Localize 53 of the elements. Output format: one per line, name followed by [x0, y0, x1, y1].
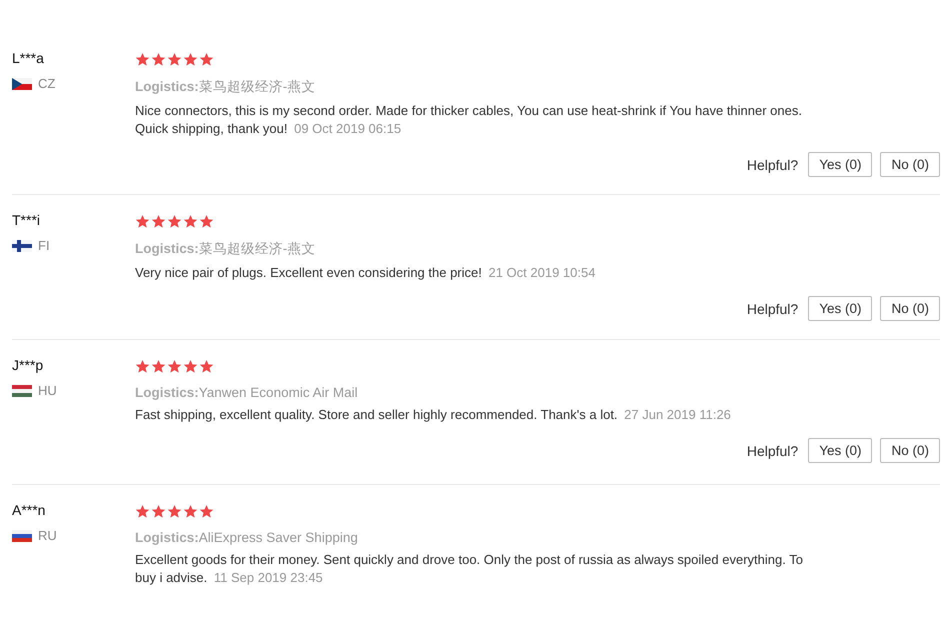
country-code: RU: [38, 528, 57, 543]
logistics-label: Logistics:: [135, 385, 199, 400]
star-icon: [151, 52, 166, 67]
review-text: Nice connectors, this is my second order. Made for thicker cables, You can use heat-shrink if You have thinner ones. Quick shipping, thank you! 09 Oct 2019 06:15: [135, 102, 803, 138]
helpful-label: Helpful?: [746, 300, 798, 316]
star-icon: [167, 504, 182, 519]
review-text: Fast shipping, excellent quality. Store and seller highly recommended. Thank's a lot. 27 Jun 2019 11:26: [135, 406, 732, 424]
yes-button[interactable]: Yes (0): [808, 296, 872, 321]
country-code: FI: [38, 238, 50, 253]
reviewer-name: A***n: [12, 502, 46, 518]
star-icon: [151, 504, 166, 519]
reviewer-name: J***p: [12, 357, 44, 373]
logistics-label: Logistics:: [135, 530, 199, 545]
reviewer-name: L***a: [12, 50, 45, 66]
star-icon: [135, 504, 150, 519]
star-icon: [167, 359, 182, 374]
review-text: Very nice pair of plugs. Excellent even considering the price! 21 Oct 2019 10:54: [135, 264, 596, 282]
reviewer-name: T***i: [12, 212, 42, 228]
yes-button[interactable]: Yes (0): [808, 438, 872, 463]
star-icon: [151, 214, 166, 229]
star-icon: [183, 359, 198, 374]
flag-icon: [12, 78, 32, 90]
helpful-label: Helpful?: [746, 156, 798, 172]
flag-icon: [12, 384, 32, 396]
country-code: CZ: [38, 76, 56, 91]
logistics-value: Yanwen Economic Air Mail: [198, 385, 358, 400]
star-icon: [199, 504, 214, 519]
yes-button[interactable]: Yes (0): [808, 152, 872, 177]
logistics-label: Logistics:: [135, 79, 199, 94]
star-icon: [135, 214, 150, 229]
no-button[interactable]: No (0): [880, 296, 940, 321]
logistics-value: 菜鸟超级经济-燕文: [198, 241, 316, 256]
star-icon: [199, 214, 214, 229]
logistics-label: Logistics:: [135, 241, 199, 256]
star-icon: [183, 504, 198, 519]
star-icon: [167, 52, 182, 67]
helpful-label: Helpful?: [746, 442, 798, 458]
star-icon: [199, 52, 214, 67]
star-icon: [183, 214, 198, 229]
country-code: HU: [38, 383, 57, 398]
flag-icon: [12, 240, 32, 252]
no-button[interactable]: No (0): [880, 152, 940, 177]
star-icon: [183, 52, 198, 67]
flag-icon: [12, 530, 32, 542]
star-icon: [199, 359, 214, 374]
star-icon: [135, 52, 150, 67]
logistics-value: AliExpress Saver Shipping: [198, 530, 358, 545]
review-text: Excellent goods for their money. Sent quickly and drove too. Only the post of russia as always spoiled everything. To buy i advise. 11 Sep 2019 23:45: [135, 551, 804, 587]
star-icon: [151, 359, 166, 374]
no-button[interactable]: No (0): [880, 438, 940, 463]
star-icon: [167, 214, 182, 229]
logistics-value: 菜鸟超级经济-燕文: [198, 79, 316, 94]
star-icon: [135, 359, 150, 374]
